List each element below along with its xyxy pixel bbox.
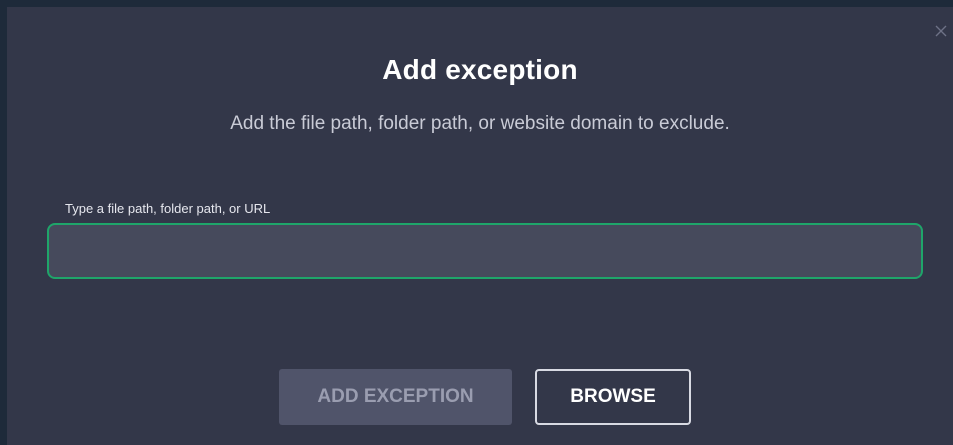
add-exception-dialog: Add exception Add the file path, folder … [7, 7, 953, 445]
browse-button[interactable]: BROWSE [535, 369, 691, 425]
dialog-title: Add exception [382, 54, 578, 85]
close-icon-glyph [935, 25, 947, 37]
path-input[interactable] [47, 223, 923, 279]
dialog-subtitle: Add the file path, folder path, or websi… [230, 113, 730, 134]
path-field-label: Type a file path, folder path, or URL [65, 201, 271, 216]
add-exception-button[interactable]: ADD EXCEPTION [279, 369, 512, 425]
close-icon[interactable] [931, 21, 951, 41]
